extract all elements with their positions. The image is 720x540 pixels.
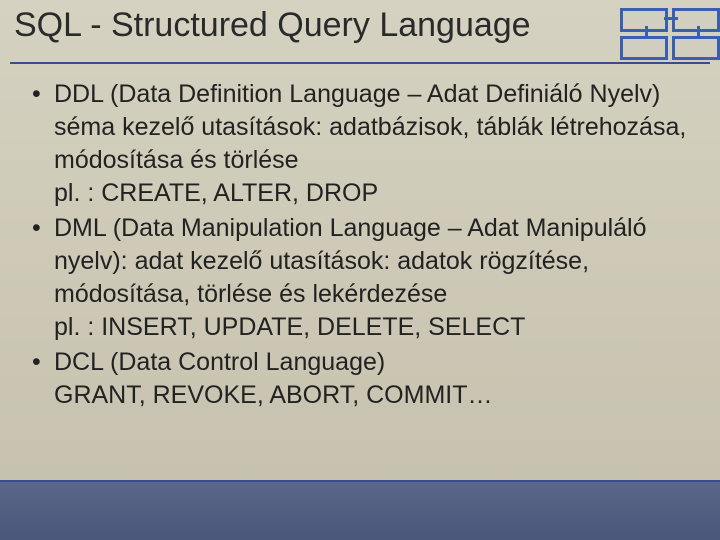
bullet-example: pl. : INSERT, UPDATE, DELETE, SELECT [54,311,700,344]
bullet-text: DCL (Data Control Language) [54,348,385,376]
slide-title: SQL - Structured Query Language [10,0,710,45]
slide: SQL - Structured Query Language DDL (Dat… [0,0,720,540]
bullet-example: GRANT, REVOKE, ABORT, COMMIT… [54,379,700,412]
decorative-boxes-icon [615,8,720,58]
bullet-text: DDL (Data Definition Language – Adat Def… [54,80,686,174]
bullet-example: pl. : CREATE, ALTER, DROP [54,177,700,210]
bullet-list: DDL (Data Definition Language – Adat Def… [30,78,700,412]
list-item: DCL (Data Control Language) GRANT, REVOK… [30,346,700,412]
title-area: SQL - Structured Query Language [10,0,710,64]
footer-band [0,480,720,540]
list-item: DML (Data Manipulation Language – Adat M… [30,212,700,344]
list-item: DDL (Data Definition Language – Adat Def… [30,78,700,210]
content-area: DDL (Data Definition Language – Adat Def… [30,78,700,414]
bullet-text: DML (Data Manipulation Language – Adat M… [54,214,647,308]
